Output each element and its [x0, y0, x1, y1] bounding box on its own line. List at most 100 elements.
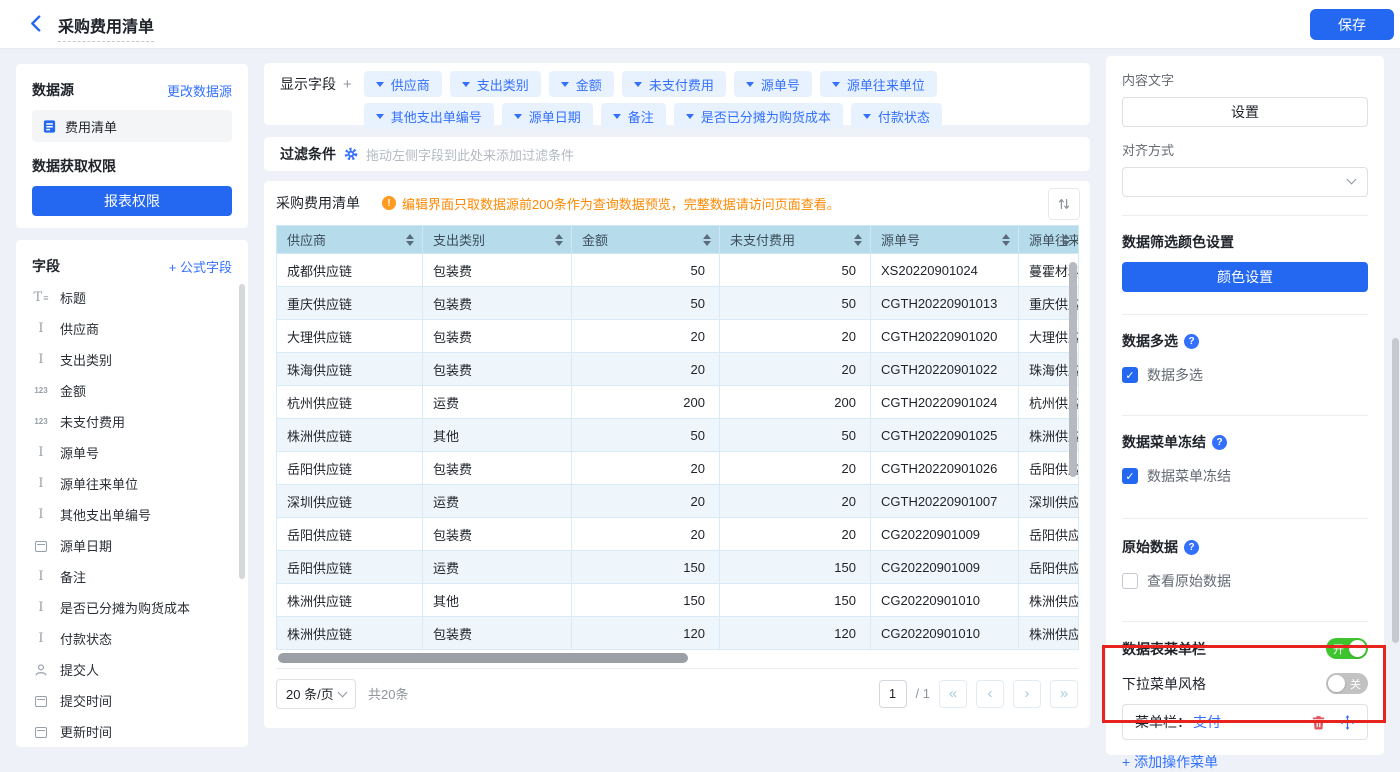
add-display-field-button[interactable]: + [343, 76, 352, 93]
move-icon[interactable] [1340, 715, 1355, 730]
field-item[interactable]: I其他支出单编号 [16, 499, 248, 530]
table-row[interactable]: 杭州供应链运费200200CGTH20220901024杭州供应链 [277, 386, 1079, 419]
vertical-scrollbar[interactable] [1069, 262, 1077, 477]
field-item[interactable]: 提交时间 [16, 685, 248, 716]
first-page-button[interactable]: « [939, 680, 967, 708]
dropdown-style-toggle[interactable]: 关 [1326, 673, 1368, 694]
sort-arrows-icon[interactable] [854, 234, 862, 246]
table-cell: 150 [572, 584, 720, 617]
sort-order-button[interactable] [1048, 188, 1080, 220]
display-field-chip[interactable]: 支出类别 [450, 71, 541, 97]
trash-icon[interactable] [1311, 715, 1326, 730]
column-header[interactable]: 金额 [572, 226, 720, 254]
table-row[interactable]: 重庆供应链包装费5050CGTH20220901013重庆供应链 [277, 287, 1079, 320]
next-page-button[interactable]: › [1013, 680, 1041, 708]
display-field-chip[interactable]: 是否已分摊为购货成本 [674, 103, 843, 129]
field-item[interactable]: 源单日期 [16, 530, 248, 561]
add-formula-field-link[interactable]: + 公式字段 [169, 257, 232, 276]
text-field-icon: I [32, 569, 50, 584]
column-header[interactable]: 未支付费用 [720, 226, 871, 254]
raw-data-checkbox[interactable] [1122, 573, 1138, 589]
multi-select-checkbox[interactable]: ✓ [1122, 367, 1138, 383]
field-item[interactable]: 提交人 [16, 654, 248, 685]
table-cell: 包装费 [423, 518, 572, 551]
last-page-button[interactable]: » [1050, 680, 1078, 708]
table-row[interactable]: 岳阳供应链包装费2020CG20220901009岳阳供应链 [277, 518, 1079, 551]
color-settings-button[interactable]: 颜色设置 [1122, 262, 1368, 292]
gear-icon[interactable] [344, 147, 358, 161]
display-field-chip[interactable]: 付款状态 [851, 103, 942, 129]
table-row[interactable]: 大理供应链包装费2020CGTH20220901020大理供应链 [277, 320, 1079, 353]
column-header[interactable]: 源单往来单位 [1019, 226, 1079, 254]
column-header[interactable]: 供应商 [277, 226, 423, 254]
sort-arrows-icon[interactable] [1002, 234, 1010, 246]
window-scrollbar[interactable] [1392, 338, 1399, 643]
multi-select-checkbox-label: 数据多选 [1147, 365, 1203, 385]
column-header-label: 源单往来单位 [1029, 233, 1079, 248]
field-item[interactable]: I支出类别 [16, 344, 248, 375]
chevron-down-icon [613, 114, 621, 119]
display-field-chip[interactable]: 金额 [549, 71, 614, 97]
fields-scrollbar[interactable] [239, 284, 245, 579]
table-row[interactable]: 株洲供应链包装费120120CG20220901010株洲供应链 [277, 617, 1079, 650]
table-row[interactable]: 岳阳供应链运费150150CG20220901009岳阳供应链 [277, 551, 1079, 584]
field-item[interactable]: I源单号 [16, 437, 248, 468]
column-header[interactable]: 支出类别 [423, 226, 572, 254]
field-item[interactable]: 更新时间 [16, 716, 248, 747]
datasource-item[interactable]: 费用清单 [32, 110, 232, 142]
column-header[interactable]: 源单号 [871, 226, 1019, 254]
field-item[interactable]: I是否已分摊为购货成本 [16, 592, 248, 623]
sort-arrows-icon[interactable] [555, 234, 563, 246]
filter-placeholder: 拖动左侧字段到此处来添加过滤条件 [366, 145, 574, 164]
table-row[interactable]: 株洲供应链其他5050CGTH20220901025株洲供应链 [277, 419, 1079, 452]
table-cell: 岳阳供应链 [1019, 551, 1079, 584]
filter-panel[interactable]: 过滤条件 拖动左侧字段到此处来添加过滤条件 [264, 137, 1090, 171]
page-number-input[interactable]: 1 [879, 680, 907, 708]
display-field-chip[interactable]: 源单日期 [502, 103, 593, 129]
field-item[interactable]: T≡标题 [16, 282, 248, 313]
number-field-icon: 123 [32, 417, 50, 426]
table-row[interactable]: 珠海供应链包装费2020CGTH20220901022珠海供应链 [277, 353, 1079, 386]
align-select[interactable] [1122, 167, 1368, 197]
change-datasource-link[interactable]: 更改数据源 [167, 81, 232, 100]
sort-arrows-icon[interactable] [406, 234, 414, 246]
display-field-chip[interactable]: 未支付费用 [622, 71, 726, 97]
add-action-menu-link[interactable]: + 添加操作菜单 [1122, 752, 1368, 772]
report-permission-button[interactable]: 报表权限 [32, 186, 232, 216]
display-field-chip[interactable]: 源单号 [734, 71, 812, 97]
table-cell: 50 [720, 287, 871, 320]
page-size-select[interactable]: 20 条/页 [276, 679, 356, 709]
table-menu-toggle[interactable]: 开 [1326, 638, 1368, 659]
display-field-chip[interactable]: 备注 [601, 103, 666, 129]
display-field-chip[interactable]: 源单往来单位 [820, 71, 937, 97]
field-item[interactable]: I供应商 [16, 313, 248, 344]
display-field-chip[interactable]: 其他支出单编号 [364, 103, 494, 129]
content-text-settings-button[interactable]: 设置 [1122, 97, 1368, 127]
menu-freeze-checkbox[interactable]: ✓ [1122, 468, 1138, 484]
table-cell: 20 [720, 518, 871, 551]
table-row[interactable]: 株洲供应链其他150150CG20220901010株洲供应链 [277, 584, 1079, 617]
field-item[interactable]: I源单往来单位 [16, 468, 248, 499]
table-cell: 120 [572, 617, 720, 650]
table-row[interactable]: 成都供应链包装费5050XS20220901024蔓霍材料 [277, 254, 1079, 287]
field-item[interactable]: 123未支付费用 [16, 406, 248, 437]
help-icon[interactable]: ? [1184, 334, 1199, 349]
table-cell: 杭州供应链 [277, 386, 423, 419]
help-icon[interactable]: ? [1184, 540, 1199, 555]
save-button[interactable]: 保存 [1310, 9, 1394, 40]
sort-arrows-icon[interactable] [703, 234, 711, 246]
field-item[interactable]: I付款状态 [16, 623, 248, 654]
table-row[interactable]: 岳阳供应链包装费2020CGTH20220901026岳阳供应链 [277, 452, 1079, 485]
help-icon[interactable]: ? [1212, 435, 1227, 450]
back-icon[interactable] [30, 15, 41, 37]
horizontal-scrollbar[interactable] [278, 653, 688, 663]
sort-arrows-icon[interactable] [1062, 234, 1070, 246]
table-row[interactable]: 深圳供应链运费2020CGTH20220901007深圳供应链 [277, 485, 1079, 518]
document-icon [42, 119, 57, 134]
field-item[interactable]: I备注 [16, 561, 248, 592]
menu-freeze-checkbox-label: 数据菜单冻结 [1147, 466, 1231, 486]
display-field-chip[interactable]: 供应商 [364, 71, 442, 97]
menu-bar-value[interactable]: 支付 [1193, 712, 1221, 732]
field-item[interactable]: 123金额 [16, 375, 248, 406]
prev-page-button[interactable]: ‹ [976, 680, 1004, 708]
